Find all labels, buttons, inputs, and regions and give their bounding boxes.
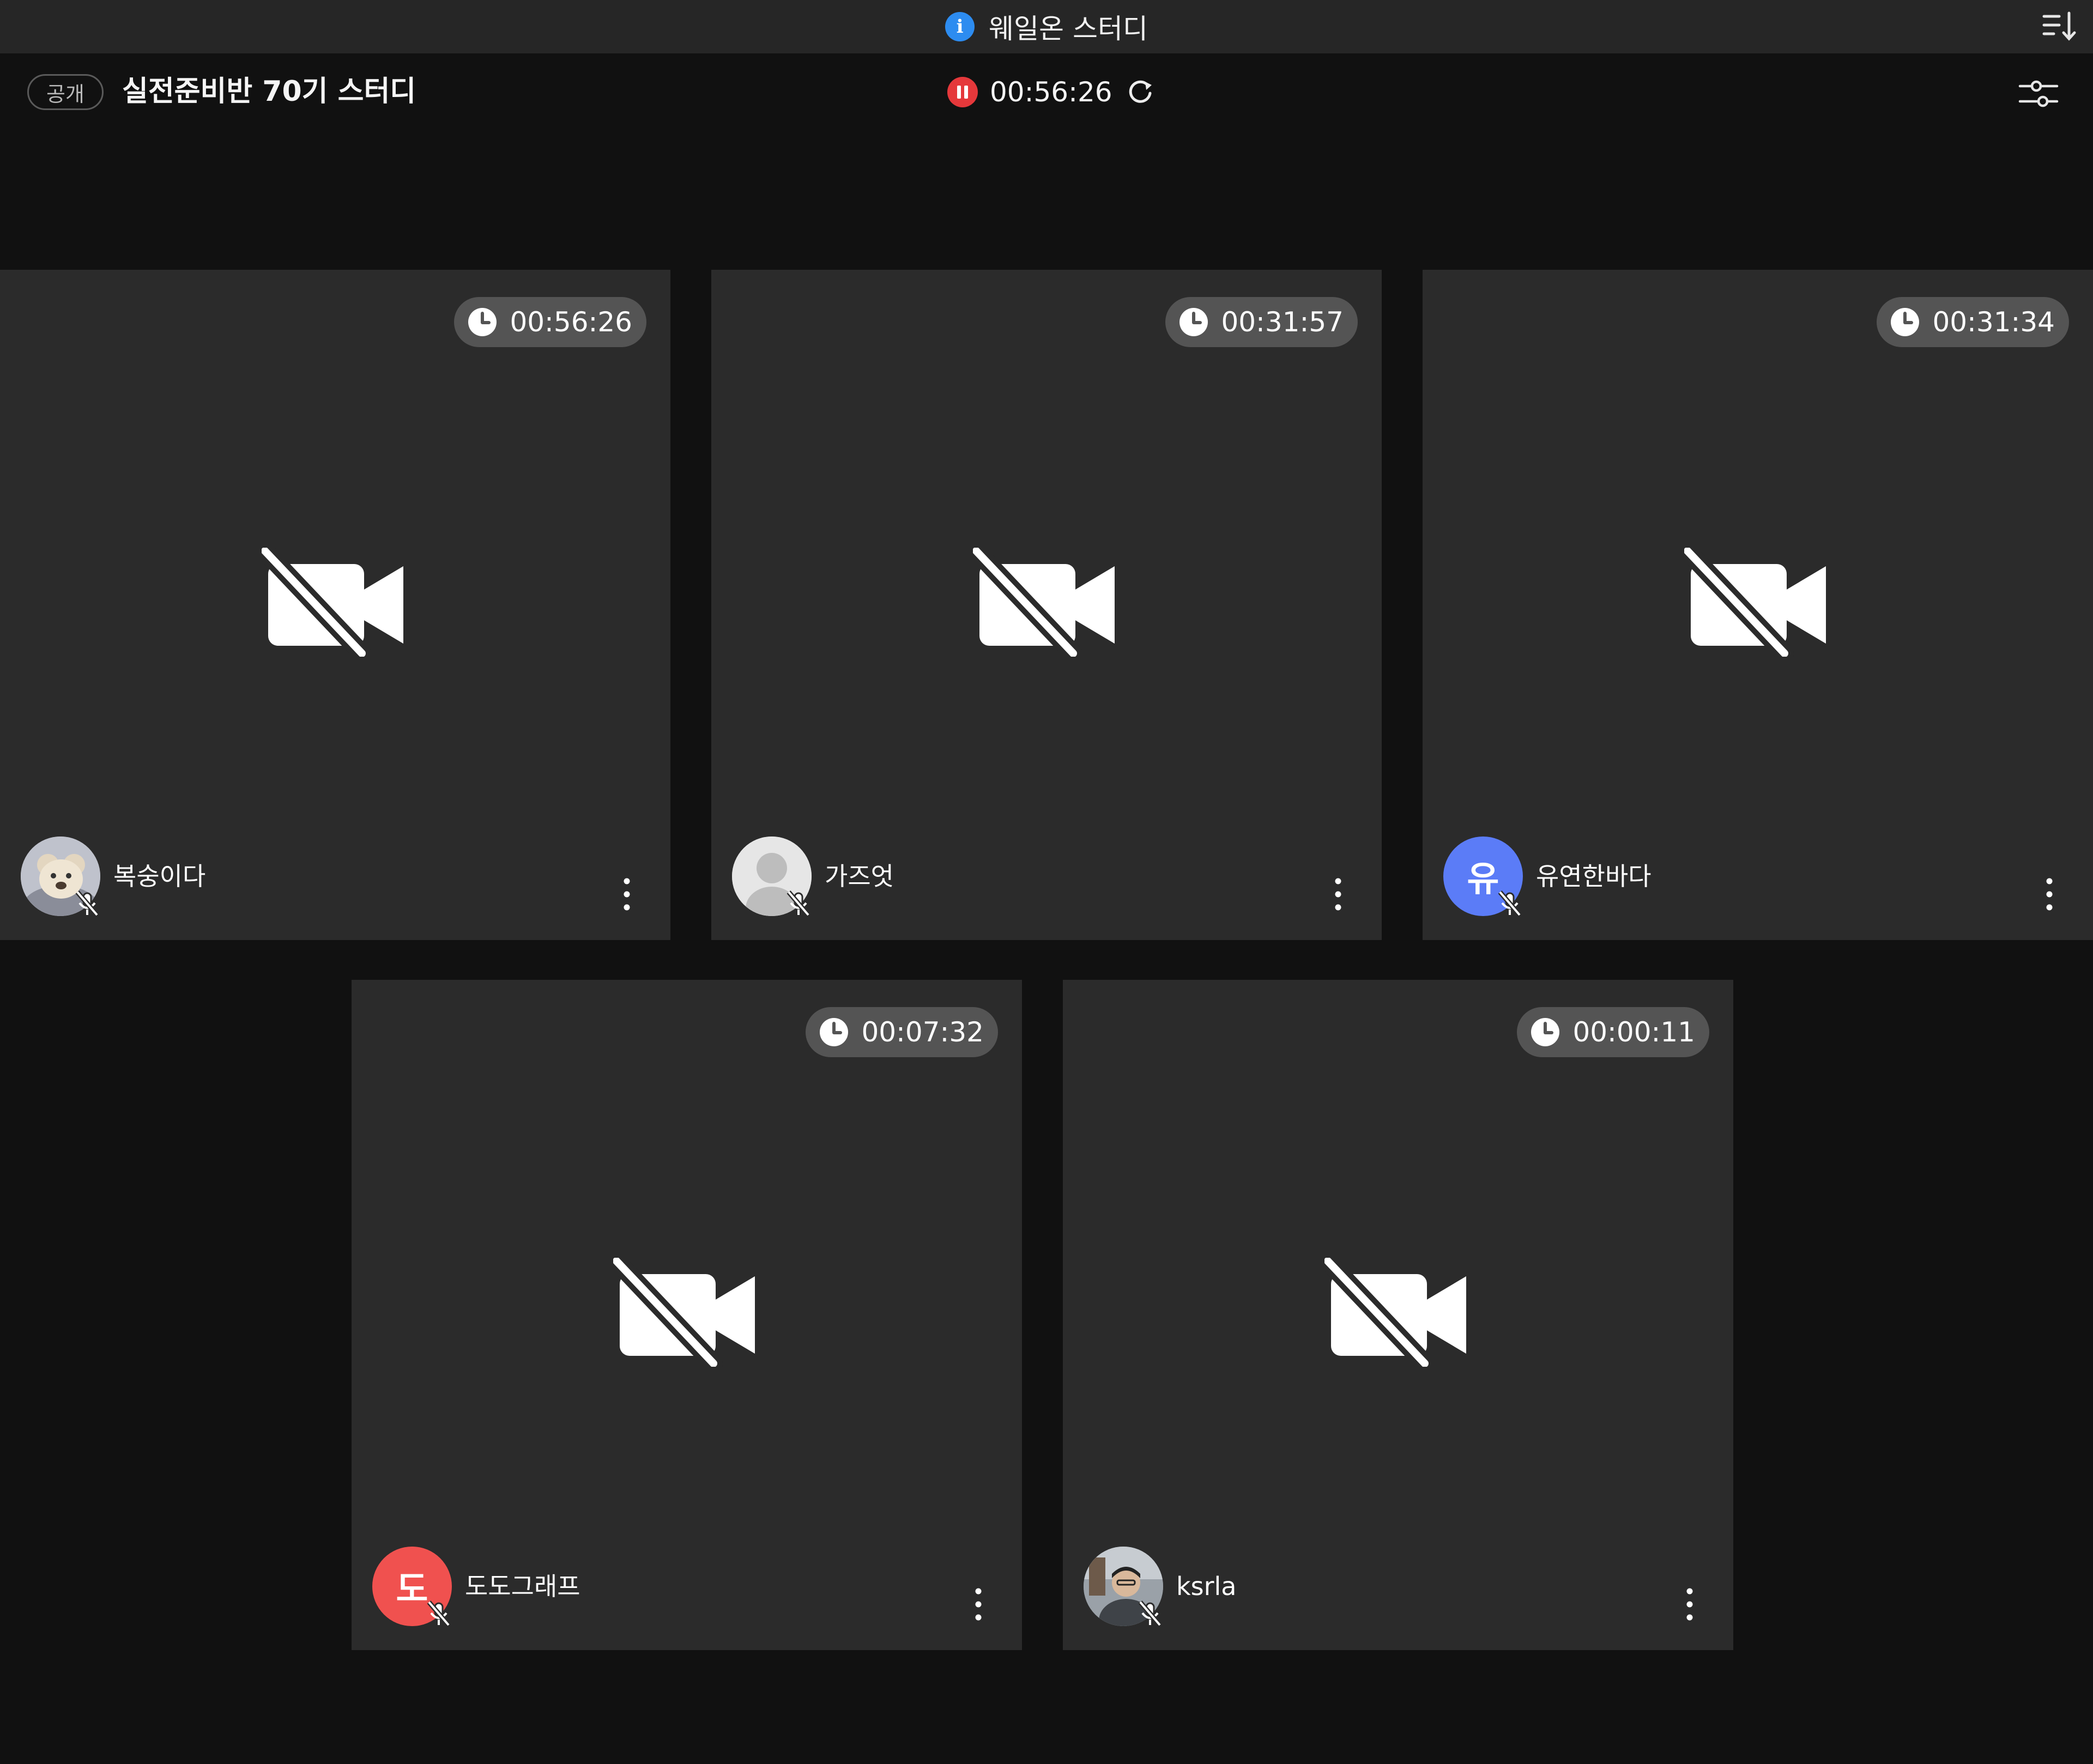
clock-icon: [1179, 308, 1208, 336]
camera-off-icon: [973, 548, 1115, 657]
participant-timer-text: 00:31:34: [1932, 306, 2055, 338]
participant-timer: 00:31:34: [1877, 297, 2069, 347]
session-timer: 00:56:26: [947, 74, 1156, 110]
session-elapsed-time: 00:56:26: [990, 76, 1112, 108]
participant-timer-text: 00:31:57: [1221, 306, 1344, 338]
more-options-icon[interactable]: [967, 1584, 989, 1625]
more-options-icon[interactable]: [1679, 1584, 1701, 1625]
participant-name: 유연한바다: [1536, 862, 1652, 891]
room-header: 공개 실전준비반 70기 스터디 00:56:26: [0, 53, 2093, 135]
visibility-badge: 공개: [27, 74, 104, 110]
participant-avatar-wrap: [21, 836, 100, 917]
app-title: 웨일온 스터디: [989, 13, 1148, 45]
participant-tile[interactable]: 00:56:26 복숭이다: [0, 270, 670, 940]
info-icon[interactable]: i: [945, 12, 975, 41]
clock-icon: [1531, 1018, 1560, 1046]
sort-descending-icon[interactable]: [2041, 8, 2079, 46]
participant-timer-text: 00:00:11: [1572, 1016, 1695, 1048]
more-options-icon[interactable]: [616, 874, 638, 915]
window-title-bar: i 웨일온 스터디: [0, 0, 2093, 53]
mic-off-icon: [427, 1601, 451, 1627]
participant-avatar-wrap: [1084, 1547, 1163, 1627]
participant-timer: 00:56:26: [454, 297, 646, 347]
mic-off-icon: [1138, 1601, 1162, 1627]
camera-off-icon: [262, 548, 403, 657]
participant-name: 복숭이다: [113, 862, 206, 891]
more-options-icon[interactable]: [1327, 874, 1349, 915]
sliders-settings-icon[interactable]: [2017, 72, 2060, 116]
participant-tile[interactable]: 00:31:57 가즈엇: [711, 270, 1382, 940]
mic-off-icon: [75, 890, 99, 917]
clock-icon: [468, 308, 497, 336]
participant-avatar-wrap: 도: [372, 1547, 452, 1627]
participant-timer: 00:00:11: [1517, 1007, 1709, 1057]
participant-name: ksrla: [1176, 1572, 1237, 1601]
participant-timer-text: 00:56:26: [510, 306, 632, 338]
participant-name: 가즈엇: [825, 862, 894, 891]
camera-off-icon: [613, 1258, 755, 1367]
participant-timer-text: 00:07:32: [861, 1016, 984, 1048]
camera-off-icon: [1684, 548, 1826, 657]
mic-off-icon: [787, 890, 810, 917]
participant-tile[interactable]: 00:07:32 도 도도그래프: [352, 980, 1022, 1650]
mic-off-icon: [1498, 890, 1522, 917]
pause-recording-icon[interactable]: [947, 77, 978, 107]
more-options-icon[interactable]: [2038, 874, 2060, 915]
clock-icon: [820, 1018, 849, 1046]
participant-avatar-wrap: [732, 836, 812, 917]
participant-name: 도도그래프: [465, 1572, 580, 1601]
refresh-icon[interactable]: [1124, 76, 1156, 108]
clock-icon: [1891, 308, 1920, 336]
participant-timer: 00:07:32: [806, 1007, 998, 1057]
participant-timer: 00:31:57: [1165, 297, 1358, 347]
camera-off-icon: [1324, 1258, 1466, 1367]
participant-tile[interactable]: 00:00:11 ksrla: [1063, 980, 1733, 1650]
participant-avatar-wrap: 유: [1443, 836, 1523, 917]
app-title-group: i 웨일온 스터디: [0, 0, 2093, 53]
room-title: 실전준비반 70기 스터디: [122, 75, 416, 108]
participant-tile[interactable]: 00:31:34 유 유연한바다: [1423, 270, 2093, 940]
